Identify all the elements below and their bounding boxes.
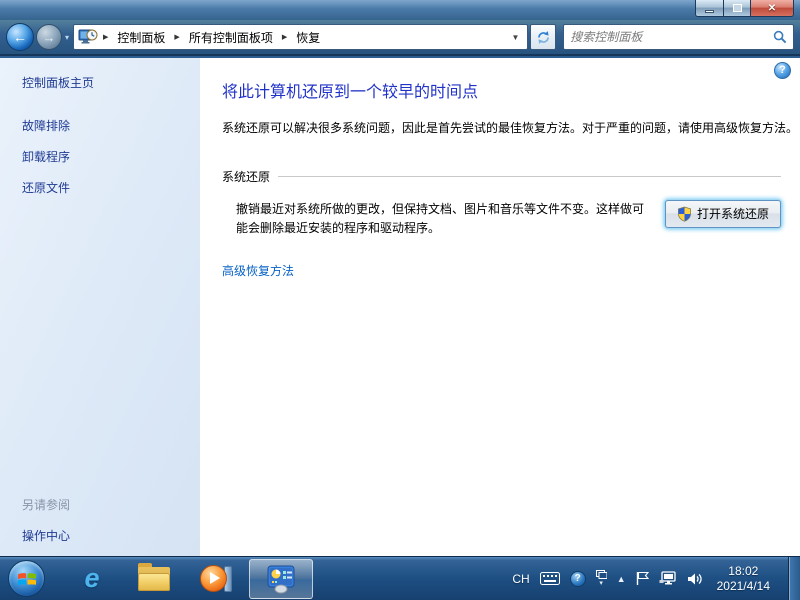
start-button[interactable]: [8, 560, 45, 597]
taskbar: e CH ? ▾ ▲ 18:02 2021/4/14: [0, 556, 800, 600]
search-box: [563, 24, 794, 50]
windows-logo-icon: [18, 573, 36, 586]
intro-text: 系统还原可以解决很多系统问题，因此是首先尝试的最佳恢复方法。对于严重的问题，请使…: [222, 121, 799, 135]
restore-icon: [732, 4, 742, 12]
media-player-icon: [200, 564, 232, 594]
main-panel: ? 将此计算机还原到一个较早的时间点 系统还原可以解决很多系统问题，因此是首先尝…: [200, 58, 800, 556]
action-center-flag-icon[interactable]: [636, 571, 649, 586]
breadcrumb-arrow-icon: ▶: [281, 34, 288, 41]
show-desktop-button[interactable]: [788, 556, 800, 600]
sidebar: 控制面板主页 故障排除 卸载程序 还原文件 另请参阅 操作中心: [0, 58, 200, 556]
system-restore-description: 撤销最近对系统所做的更改，但保持文档、图片和音乐等文件不变。这样做可能会删除最近…: [236, 202, 645, 235]
section-divider: [278, 176, 781, 177]
navigation-bar: ← → ▾ ▶ 控制面板 ▶ 所有控制面板项 ▶ 恢复 ▼: [0, 20, 800, 56]
window-controls: ✕: [695, 0, 794, 17]
close-icon: ✕: [767, 2, 777, 14]
sidebar-item-action-center[interactable]: 操作中心: [22, 527, 70, 544]
back-arrow-icon: ←: [13, 29, 27, 45]
system-restore-row: 撤销最近对系统所做的更改，但保持文档、图片和音乐等文件不变。这样做可能会删除最近…: [236, 200, 781, 238]
keyboard-icon[interactable]: [539, 572, 560, 585]
search-icon[interactable]: [773, 30, 787, 44]
forward-button[interactable]: →: [36, 24, 62, 50]
advanced-recovery-link[interactable]: 高级恢复方法: [222, 262, 294, 279]
restore-button[interactable]: [724, 0, 751, 17]
network-icon[interactable]: [659, 571, 677, 586]
breadcrumb-control-panel[interactable]: 控制面板: [111, 27, 171, 48]
back-button[interactable]: ←: [6, 23, 34, 51]
taskbar-items: e: [75, 562, 233, 596]
explorer-window: ✕ ← → ▾ ▶ 控制面板 ▶ 所有控制面板项 ▶ 恢复 ▼ 搜索控制面板 控…: [0, 0, 800, 600]
ime-options-icon[interactable]: ▾: [595, 570, 607, 587]
minimize-button[interactable]: [695, 0, 724, 17]
sidebar-item-troubleshooting[interactable]: 故障排除: [22, 117, 200, 134]
minimize-icon: [705, 9, 714, 13]
show-hidden-icons-button[interactable]: ▲: [617, 574, 626, 584]
language-indicator[interactable]: CH: [512, 572, 529, 586]
internet-explorer-button[interactable]: e: [75, 562, 109, 596]
ime-help-icon[interactable]: ?: [569, 570, 586, 587]
sidebar-item-control-panel-home[interactable]: 控制面板主页: [22, 74, 200, 91]
clock-time: 18:02: [728, 563, 759, 578]
see-also-group: 另请参阅 操作中心: [22, 496, 70, 544]
recovery-icon: [78, 29, 98, 44]
content-area: 控制面板主页 故障排除 卸载程序 还原文件 另请参阅 操作中心 ? 将此计算机还…: [0, 58, 800, 556]
breadcrumb-arrow-icon: ▶: [103, 34, 109, 41]
forward-arrow-icon: →: [42, 29, 56, 45]
breadcrumb-all-items[interactable]: 所有控制面板项: [183, 27, 279, 48]
help-mark: ?: [574, 572, 581, 584]
help-icon: ?: [779, 64, 786, 76]
open-system-restore-button[interactable]: 打开系统还原: [664, 200, 781, 228]
see-also-header: 另请参阅: [22, 498, 71, 512]
control-panel-icon: [267, 565, 295, 593]
open-system-restore-label: 打开系统还原: [696, 207, 769, 221]
chevron-down-icon: ▾: [599, 580, 603, 587]
taskbar-clock[interactable]: 18:02 2021/4/14: [717, 564, 770, 594]
page-title: 将此计算机还原到一个较早的时间点: [222, 84, 479, 101]
title-bar: ✕: [0, 0, 800, 20]
section-title: 系统还原: [222, 170, 271, 184]
windows-explorer-button[interactable]: [137, 562, 171, 596]
breadcrumb-recovery[interactable]: 恢复: [290, 27, 326, 48]
internet-explorer-icon: e: [84, 563, 100, 593]
sidebar-item-restore-files[interactable]: 还原文件: [22, 179, 200, 196]
sidebar-item-uninstall-program[interactable]: 卸载程序: [22, 148, 200, 165]
system-tray: CH ? ▾ ▲ 18:02 2021/4/14: [512, 556, 800, 600]
breadcrumb-arrow-icon: ▶: [174, 34, 180, 41]
control-panel-taskbar-button[interactable]: [249, 558, 313, 599]
address-dropdown-icon[interactable]: ▼: [505, 33, 525, 42]
volume-icon[interactable]: [687, 572, 703, 586]
folder-icon: [138, 562, 170, 591]
close-button[interactable]: ✕: [751, 0, 794, 17]
refresh-button[interactable]: [530, 24, 557, 50]
clock-date: 2021/4/14: [716, 578, 770, 593]
system-restore-section-header: 系统还原: [222, 168, 781, 185]
refresh-icon: [537, 30, 549, 44]
search-input[interactable]: [570, 30, 773, 44]
media-player-button[interactable]: [199, 562, 233, 596]
help-button[interactable]: ?: [774, 62, 791, 79]
recent-pages-dropdown[interactable]: ▾: [65, 33, 69, 42]
address-bar[interactable]: ▶ 控制面板 ▶ 所有控制面板项 ▶ 恢复 ▼: [73, 24, 529, 50]
uac-shield-icon: [678, 206, 691, 222]
